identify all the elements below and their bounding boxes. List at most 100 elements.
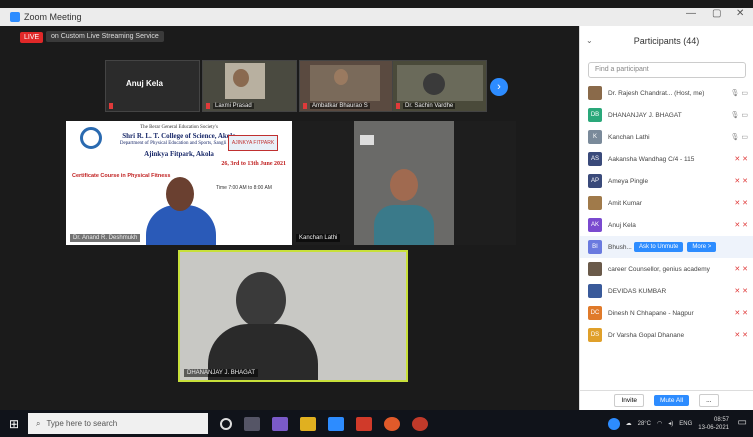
file-explorer-icon[interactable]	[300, 416, 316, 431]
person-head	[233, 69, 249, 87]
participant-name: Anuj Kela	[608, 221, 636, 229]
participant-row[interactable]: career Counsellor, genius academy ✕ ✕	[580, 258, 753, 280]
mic-video-icons[interactable]: 🎙 ▭	[726, 111, 748, 119]
participant-name: Dr Varsha Gopal Dhanane	[608, 331, 685, 339]
tile-active-speaker[interactable]: DHANANJAY J. BHAGAT	[178, 250, 408, 382]
participant-row[interactable]: Dr. Rajesh Chandrat... (Host, me) 🎙 ▭	[580, 82, 753, 104]
participant-row-hover[interactable]: BI Bhush... Ask to Unmute More >	[580, 236, 753, 258]
avatar: K	[588, 130, 602, 144]
muted-icons[interactable]: ✕ ✕	[726, 331, 748, 339]
participant-row[interactable]: AP Ameya Pingle ✕ ✕	[580, 170, 753, 192]
next-page-arrow-icon[interactable]: ›	[490, 78, 508, 96]
zoom-window: Zoom Meeting — ▢ ✕ LIVE on Custom Live S…	[0, 0, 753, 437]
participants-title: Participants (44)	[633, 36, 700, 46]
avatar	[588, 86, 602, 100]
participant-row[interactable]: DEVIDAS KUMBAR ✕ ✕	[580, 280, 753, 302]
participant-name: Ameya Pingle	[608, 177, 649, 185]
find-participant-input[interactable]: Find a participant	[588, 62, 746, 78]
presenter-head	[166, 177, 194, 211]
muted-icons[interactable]: ✕ ✕	[726, 199, 748, 207]
more-button[interactable]: More >	[687, 242, 717, 252]
live-badge[interactable]: LIVE	[20, 32, 44, 43]
participant-row[interactable]: K Kanchan Lathi 🎙 ▭	[580, 126, 753, 148]
avatar	[588, 196, 602, 210]
maximize-icon[interactable]: ▢	[712, 8, 721, 19]
more-options-button[interactable]: ...	[699, 394, 719, 407]
tile-label: DHANANJAY J. BHAGAT	[184, 369, 259, 377]
participant-row[interactable]: Amit Kumar ✕ ✕	[580, 192, 753, 214]
muted-icons[interactable]: ✕ ✕	[726, 309, 748, 317]
person-head	[423, 73, 445, 95]
speaker-head	[236, 272, 286, 328]
tile-label: Dr. Anand R. Deshmukh	[70, 234, 141, 242]
thumb-label: Laxmi Prasad	[213, 103, 254, 109]
muted-icons[interactable]: ✕ ✕	[726, 177, 748, 185]
participant-name: Amit Kumar	[608, 199, 642, 207]
slide-society: The Berar General Education Society's	[140, 125, 218, 130]
clock-date: 13-06-2021	[698, 424, 729, 431]
thumb-video-3[interactable]: Dr. Sachin Vardhe	[392, 60, 487, 112]
taskbar-search-input[interactable]: ⌕ Type here to search	[28, 413, 208, 434]
muted-mic-icon	[303, 103, 307, 109]
chrome-icon[interactable]	[384, 416, 400, 431]
avatar: DB	[588, 108, 602, 122]
windows-start-icon[interactable]: ⊞	[0, 410, 28, 437]
participant-name: Dinesh N Chhapane - Nagpur	[608, 309, 694, 317]
taskbar-clock[interactable]: 08:57 13-06-2021	[698, 416, 729, 432]
thumb-video-2[interactable]: Ambatkar Bhaurao S	[299, 60, 394, 112]
task-view-icon[interactable]	[244, 416, 260, 431]
fitpark-logo: AJINKYA FITPARK	[228, 135, 278, 151]
person-head	[334, 69, 348, 85]
muted-mic-icon	[396, 103, 400, 109]
office-icon[interactable]	[356, 416, 372, 431]
zoom-logo-icon	[10, 12, 20, 22]
minimize-icon[interactable]: —	[686, 8, 696, 19]
participant-name: DEVIDAS KUMBAR	[608, 287, 667, 295]
muted-icons[interactable]: ✕ ✕	[726, 155, 748, 163]
tile-shared-slide[interactable]: The Berar General Education Society's Sh…	[66, 121, 292, 245]
participants-panel: ⌄ Participants (44) Find a participant D…	[579, 26, 753, 410]
ask-to-unmute-button[interactable]: Ask to Unmute	[634, 242, 684, 252]
tile-presenter[interactable]: Kanchan Lathi	[292, 121, 516, 245]
opera-icon[interactable]	[412, 416, 428, 431]
windows-taskbar: ⊞ ⌕ Type here to search ☁ 28°C ◠ ◂) ENG …	[0, 410, 753, 437]
thumb-name-text: Anuj Kela	[126, 79, 163, 88]
muted-icons[interactable]: ✕ ✕	[726, 287, 748, 295]
thumb-label: Ambatkar Bhaurao S	[310, 103, 370, 109]
weather-icon[interactable]: ☁	[626, 420, 632, 427]
muted-mic-icon	[206, 103, 210, 109]
avatar	[588, 284, 602, 298]
live-stream-label[interactable]: on Custom Live Streaming Service	[46, 31, 164, 42]
muted-icons[interactable]: ✕ ✕	[726, 265, 748, 273]
mic-video-icons[interactable]: 🎙 ▭	[726, 133, 748, 141]
thumb-label: Dr. Sachin Vardhe	[403, 103, 456, 109]
mute-all-button[interactable]: Mute All	[654, 395, 690, 406]
avatar	[588, 262, 602, 276]
teams-icon[interactable]	[272, 416, 288, 431]
cortana-icon[interactable]	[220, 417, 232, 430]
volume-icon[interactable]: ◂)	[668, 420, 673, 427]
participant-row[interactable]: DB DHANANJAY J. BHAGAT 🎙 ▭	[580, 104, 753, 126]
wifi-icon[interactable]: ◠	[657, 420, 662, 427]
avatar: BI	[588, 240, 602, 254]
language-text[interactable]: ENG	[679, 421, 692, 427]
thumb-anuj-kela[interactable]: Anuj Kela	[105, 60, 200, 112]
avatar: AK	[588, 218, 602, 232]
invite-button[interactable]: Invite	[614, 394, 644, 407]
close-icon[interactable]: ✕	[736, 8, 744, 19]
participant-row[interactable]: AS Aakansha Wandhag C/4 - 115 ✕ ✕	[580, 148, 753, 170]
thumb-video-1[interactable]: Laxmi Prasad	[202, 60, 297, 112]
notification-icon[interactable]: ▭	[738, 417, 747, 428]
muted-icons[interactable]: ✕ ✕	[726, 221, 748, 229]
avatar: AP	[588, 174, 602, 188]
participant-name: Bhush...	[608, 243, 632, 251]
mic-video-icons[interactable]: 🎙 ▭	[726, 89, 748, 97]
zoom-taskbar-icon[interactable]	[328, 416, 344, 431]
window-titlebar: Zoom Meeting — ▢ ✕	[0, 8, 753, 26]
participant-row[interactable]: AK Anuj Kela ✕ ✕	[580, 214, 753, 236]
participant-row[interactable]: DS Dr Varsha Gopal Dhanane ✕ ✕	[580, 324, 753, 346]
avatar: AS	[588, 152, 602, 166]
participant-row[interactable]: DC Dinesh N Chhapane - Nagpur ✕ ✕	[580, 302, 753, 324]
tray-zoom-icon[interactable]	[607, 417, 620, 430]
presenter-body	[374, 205, 434, 245]
